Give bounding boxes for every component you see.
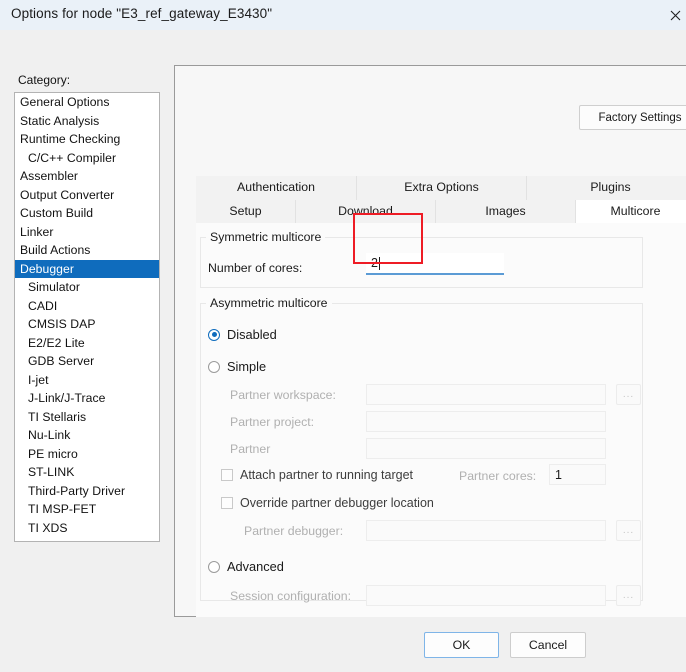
tab-extra-options[interactable]: Extra Options: [357, 176, 527, 200]
options-panel: Factory Settings Authentication Extra Opt…: [174, 65, 686, 617]
partner-debugger-label: Partner debugger:: [244, 524, 344, 538]
text-caret: [378, 256, 380, 270]
partner-cores-input[interactable]: 1: [549, 464, 606, 485]
asymmetric-group-title: Asymmetric multicore: [206, 296, 332, 310]
session-configuration-input[interactable]: [366, 585, 606, 606]
checkbox-attach-partner[interactable]: Attach partner to running target: [221, 468, 413, 482]
sidebar-item-debugger[interactable]: Debugger: [15, 259, 159, 278]
checkbox-override-debugger-indicator: [221, 497, 233, 509]
tab-authentication[interactable]: Authentication: [196, 176, 357, 200]
sidebar-item-ti-msp-fet[interactable]: TI MSP-FET: [15, 500, 159, 519]
sidebar-item-ti-stellaris[interactable]: TI Stellaris: [15, 408, 159, 427]
tab-multicore[interactable]: Multicore: [576, 199, 686, 223]
tab-setup[interactable]: Setup: [196, 199, 296, 223]
partner-cores-value: 1: [555, 467, 562, 482]
sidebar-item-third-party-driver[interactable]: Third-Party Driver: [15, 482, 159, 501]
sidebar-item-custom-build[interactable]: Custom Build: [15, 204, 159, 223]
tab-download[interactable]: Download: [296, 199, 436, 223]
tab-plugins[interactable]: Plugins: [527, 176, 686, 200]
tab-row-upper: Authentication Extra Options Plugins: [196, 176, 686, 200]
symmetric-group-title: Symmetric multicore: [206, 230, 326, 244]
radio-disabled-indicator: [208, 328, 220, 341]
sidebar-item-ti-xds[interactable]: TI XDS: [15, 519, 159, 538]
number-of-cores-value: 2: [371, 256, 378, 270]
radio-disabled-label: Disabled: [227, 327, 277, 342]
partner-label: Partner: [230, 442, 271, 456]
number-of-cores-input[interactable]: 2: [366, 253, 504, 275]
dialog-titlebar: Options for node "E3_ref_gateway_E3430": [0, 0, 686, 30]
partner-project-label: Partner project:: [230, 415, 315, 429]
sidebar-item-cadi[interactable]: CADI: [15, 297, 159, 316]
sidebar-item-assembler[interactable]: Assembler: [15, 167, 159, 186]
dialog-body: Category: General Options Static Analysis…: [0, 30, 686, 672]
sidebar-item-i-jet[interactable]: I-jet: [15, 371, 159, 390]
radio-disabled[interactable]: Disabled: [208, 327, 277, 342]
sidebar-item-gdb-server[interactable]: GDB Server: [15, 352, 159, 371]
session-configuration-label: Session configuration:: [230, 589, 351, 603]
tab-strip: Authentication Extra Options Plugins Setup…: [196, 176, 686, 223]
partner-workspace-browse-button[interactable]: ...: [616, 384, 641, 405]
radio-advanced[interactable]: Advanced: [208, 559, 284, 574]
radio-advanced-indicator: [208, 560, 220, 573]
sidebar-item-nu-link[interactable]: Nu-Link: [15, 426, 159, 445]
sidebar-item-st-link[interactable]: ST-LINK: [15, 463, 159, 482]
sidebar-item-output-converter[interactable]: Output Converter: [15, 186, 159, 205]
category-list[interactable]: General Options Static Analysis Runtime Ch…: [14, 92, 160, 542]
sidebar-item-linker[interactable]: Linker: [15, 223, 159, 242]
sidebar-item-static-analysis[interactable]: Static Analysis: [15, 112, 159, 131]
radio-advanced-label: Advanced: [227, 559, 284, 574]
sidebar-item-general-options[interactable]: General Options: [15, 93, 159, 112]
checkbox-override-debugger-label: Override partner debugger location: [240, 496, 434, 510]
partner-cores-label: Partner cores:: [459, 469, 537, 483]
partner-input[interactable]: [366, 438, 606, 459]
sidebar-item-simulator[interactable]: Simulator: [15, 278, 159, 297]
number-of-cores-label: Number of cores:: [208, 261, 303, 275]
partner-project-input[interactable]: [366, 411, 606, 432]
sidebar-item-runtime-checking[interactable]: Runtime Checking: [15, 130, 159, 149]
sidebar-item-c-c-compiler[interactable]: C/C++ Compiler: [15, 149, 159, 168]
sidebar-item-build-actions[interactable]: Build Actions: [15, 241, 159, 260]
ok-button[interactable]: OK: [424, 632, 499, 658]
radio-simple-indicator: [208, 360, 220, 373]
partner-workspace-label: Partner workspace:: [230, 388, 336, 402]
checkbox-attach-partner-label: Attach partner to running target: [240, 468, 414, 482]
radio-simple[interactable]: Simple: [208, 359, 266, 374]
partner-workspace-input[interactable]: [366, 384, 606, 405]
sidebar-item-j-link-j-trace[interactable]: J-Link/J-Trace: [15, 389, 159, 408]
sidebar-item-pe-micro[interactable]: PE micro: [15, 445, 159, 464]
checkbox-override-debugger[interactable]: Override partner debugger location: [221, 496, 434, 510]
session-configuration-browse-button[interactable]: ...: [616, 585, 641, 606]
sidebar-item-cmsis-dap[interactable]: CMSIS DAP: [15, 315, 159, 334]
multicore-tab-content: Symmetric multicore Number of cores: 2 A…: [196, 223, 686, 617]
partner-debugger-input[interactable]: [366, 520, 606, 541]
checkbox-attach-partner-indicator: [221, 469, 233, 481]
dialog-title: Options for node "E3_ref_gateway_E3430": [11, 6, 273, 21]
sidebar-item-e2-e2-lite[interactable]: E2/E2 Lite: [15, 334, 159, 353]
tab-row-lower: Setup Download Images Multicore: [196, 199, 686, 223]
partner-debugger-browse-button[interactable]: ...: [616, 520, 641, 541]
radio-simple-label: Simple: [227, 359, 267, 374]
cancel-button[interactable]: Cancel: [510, 632, 586, 658]
category-label: Category:: [18, 73, 71, 87]
factory-settings-button[interactable]: Factory Settings: [579, 105, 686, 130]
tab-images[interactable]: Images: [436, 199, 576, 223]
close-icon[interactable]: [652, 0, 686, 30]
